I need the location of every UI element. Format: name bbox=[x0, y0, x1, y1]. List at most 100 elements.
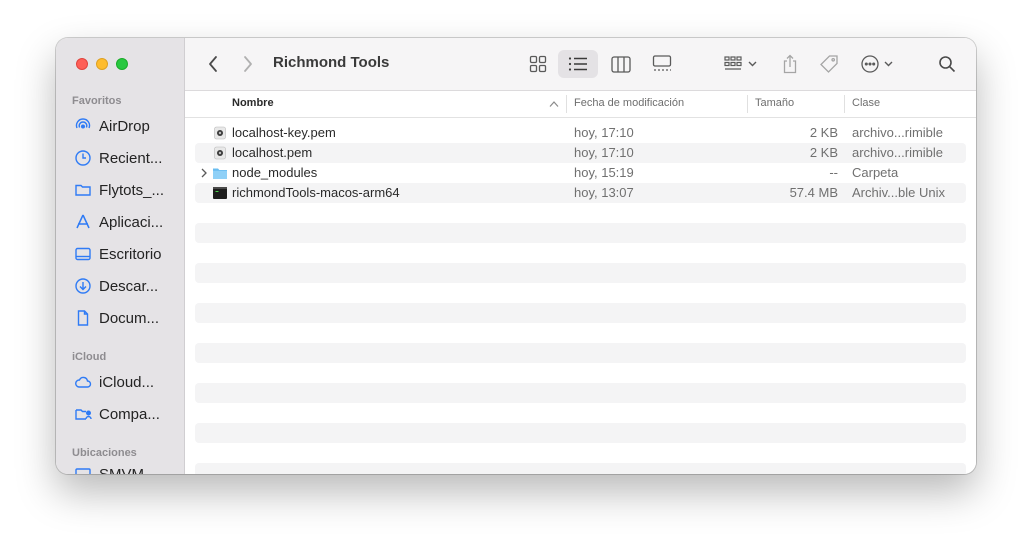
certificate-icon bbox=[214, 126, 226, 140]
sidebar-item-shared[interactable]: Compa... bbox=[74, 402, 180, 426]
main-pane: Richmond Tools Nombre Fecha de modificac… bbox=[185, 38, 976, 474]
file-size: 2 KB bbox=[809, 145, 838, 160]
cloud-icon bbox=[74, 373, 92, 391]
sidebar-section-icloud: iCloud bbox=[72, 351, 107, 363]
file-kind: Carpeta bbox=[852, 165, 899, 180]
file-modified: hoy, 17:10 bbox=[574, 145, 634, 160]
sidebar-item-label: Aplicaci... bbox=[99, 213, 164, 231]
view-columns-button[interactable] bbox=[606, 50, 636, 78]
zoom-window-button[interactable] bbox=[116, 58, 128, 70]
sidebar-section-favorites: Favoritos bbox=[72, 95, 122, 107]
sidebar-item-applications[interactable]: Aplicaci... bbox=[74, 210, 180, 234]
sidebar-item-desktop[interactable]: Escritorio bbox=[74, 242, 180, 266]
sidebar-item-label: Flytots_... bbox=[99, 181, 165, 199]
sidebar-item-label: AirDrop bbox=[99, 117, 150, 135]
view-icons-button[interactable] bbox=[523, 50, 553, 78]
sidebar-item-label: Compa... bbox=[99, 405, 160, 423]
file-modified: hoy, 13:07 bbox=[574, 185, 634, 200]
sidebar-item-flytots[interactable]: Flytots_... bbox=[74, 178, 180, 202]
file-size: -- bbox=[829, 165, 838, 180]
file-modified: hoy, 17:10 bbox=[574, 125, 634, 140]
share-button[interactable] bbox=[776, 50, 804, 78]
file-kind: Archiv...ble Unix bbox=[852, 185, 945, 200]
terminal-executable-icon bbox=[213, 187, 227, 199]
download-icon bbox=[74, 277, 92, 295]
empty-row bbox=[195, 463, 966, 474]
ellipsis-circle-icon bbox=[861, 55, 893, 73]
share-icon bbox=[783, 54, 797, 74]
tag-icon bbox=[820, 55, 838, 73]
sidebar-item-label: SMVM... bbox=[99, 466, 157, 474]
clock-icon bbox=[74, 149, 92, 167]
file-modified: hoy, 15:19 bbox=[574, 165, 634, 180]
sidebar: Favoritos AirDrop Recient... Flytots_...… bbox=[56, 38, 185, 474]
empty-row bbox=[195, 303, 966, 323]
sidebar-item-label: Descar... bbox=[99, 277, 159, 295]
file-row[interactable]: node_modules hoy, 15:19 -- Carpeta bbox=[195, 163, 966, 183]
file-row[interactable]: localhost.pem hoy, 17:10 2 KB archivo...… bbox=[195, 143, 966, 163]
column-size[interactable]: Tamaño bbox=[755, 97, 794, 109]
tags-button[interactable] bbox=[815, 50, 843, 78]
empty-row bbox=[195, 383, 966, 403]
view-gallery-button[interactable] bbox=[647, 50, 677, 78]
column-header-row: Nombre Fecha de modificación Tamaño Clas… bbox=[185, 91, 976, 118]
back-button[interactable] bbox=[201, 52, 225, 76]
disclosure-chevron-icon[interactable] bbox=[200, 168, 208, 178]
sidebar-section-locations: Ubicaciones bbox=[72, 447, 137, 459]
airdrop-icon bbox=[74, 117, 92, 135]
applications-icon bbox=[74, 213, 92, 231]
sidebar-item-recents[interactable]: Recient... bbox=[74, 146, 180, 170]
file-kind: archivo...rimible bbox=[852, 145, 944, 160]
group-icon bbox=[724, 56, 757, 70]
column-kind[interactable]: Clase bbox=[852, 97, 880, 109]
sidebar-item-icloud-drive[interactable]: iCloud... bbox=[74, 370, 180, 394]
file-row[interactable]: localhost-key.pem hoy, 17:10 2 KB archiv… bbox=[195, 123, 966, 143]
certificate-icon bbox=[214, 146, 226, 160]
shared-folder-icon bbox=[74, 405, 92, 423]
file-name: richmondTools-macos-arm64 bbox=[232, 185, 400, 200]
sort-ascending-icon bbox=[549, 101, 559, 107]
sidebar-item-label: Recient... bbox=[99, 149, 163, 167]
chevron-left-icon bbox=[209, 56, 217, 72]
desktop-icon bbox=[74, 245, 92, 263]
view-list-button[interactable] bbox=[558, 50, 598, 78]
file-row[interactable]: richmondTools-macos-arm64 hoy, 13:07 57.… bbox=[195, 183, 966, 203]
chevron-right-icon bbox=[244, 56, 252, 72]
group-by-button[interactable] bbox=[720, 50, 762, 78]
toolbar: Richmond Tools bbox=[185, 38, 976, 91]
folder-icon bbox=[74, 181, 92, 199]
window-title: Richmond Tools bbox=[273, 54, 390, 71]
file-size: 2 KB bbox=[809, 125, 838, 140]
document-icon bbox=[74, 309, 92, 327]
more-actions-button[interactable] bbox=[857, 50, 899, 78]
column-divider[interactable] bbox=[566, 95, 567, 113]
empty-row bbox=[195, 343, 966, 363]
sidebar-item-airdrop[interactable]: AirDrop bbox=[74, 114, 180, 138]
list-view-icon bbox=[568, 57, 587, 71]
search-button[interactable] bbox=[933, 50, 961, 78]
finder-window: Favoritos AirDrop Recient... Flytots_...… bbox=[56, 38, 976, 474]
column-modified[interactable]: Fecha de modificación bbox=[574, 97, 684, 109]
empty-row bbox=[195, 223, 966, 243]
gallery-view-icon bbox=[652, 55, 672, 71]
sidebar-item-downloads[interactable]: Descar... bbox=[74, 274, 180, 298]
close-window-button[interactable] bbox=[76, 58, 88, 70]
empty-row bbox=[195, 423, 966, 443]
sidebar-item-documents[interactable]: Docum... bbox=[74, 306, 180, 330]
empty-row bbox=[195, 263, 966, 283]
sidebar-item-label: Escritorio bbox=[99, 245, 162, 263]
column-name[interactable]: Nombre bbox=[232, 97, 274, 109]
forward-button[interactable] bbox=[236, 52, 260, 76]
folder-icon bbox=[213, 168, 227, 179]
columns-view-icon bbox=[611, 55, 631, 73]
sidebar-item-label: iCloud... bbox=[99, 373, 155, 391]
file-name: node_modules bbox=[232, 165, 318, 180]
minimize-window-button[interactable] bbox=[96, 58, 108, 70]
file-size: 57.4 MB bbox=[789, 185, 838, 200]
column-divider[interactable] bbox=[747, 95, 748, 113]
grid-view-icon bbox=[529, 55, 547, 73]
search-icon bbox=[939, 56, 956, 73]
column-divider[interactable] bbox=[844, 95, 845, 113]
sidebar-item-label: Docum... bbox=[99, 309, 160, 327]
sidebar-item-location[interactable]: SMVM... bbox=[74, 466, 180, 474]
